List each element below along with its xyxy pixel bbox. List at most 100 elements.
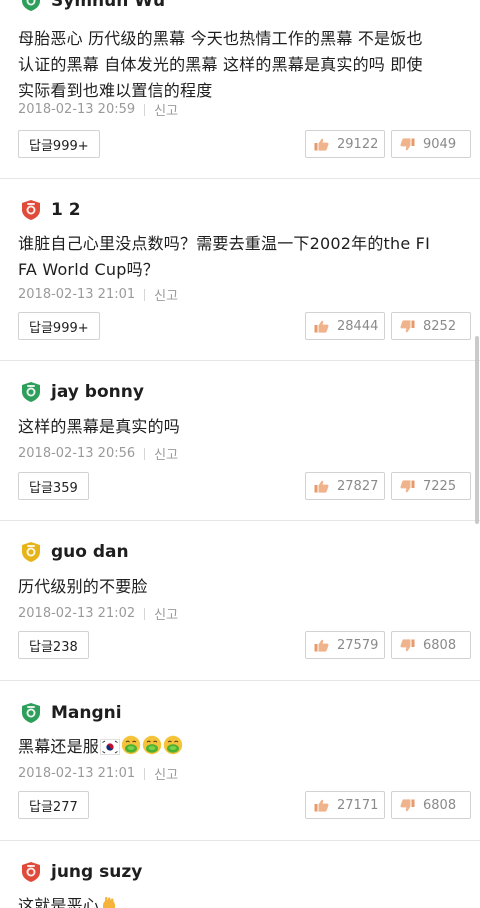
reply-button[interactable]: 답글999+ [18,130,100,158]
red-shield-badge-icon [20,861,42,883]
report-link[interactable]: 신고 [154,444,178,463]
like-count: 27827 [337,478,379,494]
dislike-count: 6808 [423,637,457,653]
scrollbar[interactable] [475,336,479,524]
comment-text-line: 黑幕还是服 [18,734,466,763]
comment-meta: 2018-02-13 21:02 신고 [18,604,178,623]
comment-author[interactable]: jay bonny [51,382,144,402]
dislike-count: 8252 [423,318,457,334]
nauseated-face-icon [142,735,162,763]
nauseated-face-icon [163,735,183,763]
reply-label: 답글999+ [29,320,89,336]
comment-date: 2018-02-13 21:01 [18,287,136,302]
comment-text-line: 这就是恶心 [18,893,466,908]
dislike-button[interactable]: 7225 [391,472,471,500]
like-button[interactable]: 27579 [305,631,385,659]
dislike-button[interactable]: 8252 [391,312,471,340]
red-shield-badge-icon [20,199,42,221]
gold-shield-badge-icon [20,541,42,563]
comment-author[interactable]: Symnun Wu [51,0,165,11]
comment-text-line: 谁脏自己心里没点数吗？需要去重温一下2002年的the FI [18,234,430,253]
dislike-button[interactable]: 6808 [391,631,471,659]
like-count: 29122 [337,136,379,152]
reply-label: 답글999+ [29,138,89,154]
comment-text: 谁脏自己心里没点数吗？需要去重温一下2002年的the FI FA World … [18,231,466,283]
reply-label: 답글277 [29,799,78,815]
green-shield-badge-icon [20,702,42,724]
comment-date: 2018-02-13 21:02 [18,606,136,621]
thumbs-up-icon [314,639,329,652]
comment-text: 这就是恶心 [18,893,466,908]
comment-text-segment: 黑幕还是服 [18,737,100,756]
like-count: 28444 [337,318,379,334]
comment-text-line: 母胎恶心 历代级的黑幕 今天也热情工作的黑幕 不是饭也 [18,29,423,48]
thumbs-down-icon [400,480,415,493]
meta-divider [144,288,146,301]
nauseated-face-icon [121,735,141,763]
green-shield-badge-icon [20,0,42,12]
comment-text: 黑幕还是服 [18,734,466,763]
comment-item: jung suzy 这就是恶心 [0,841,480,908]
dislike-count: 7225 [423,478,457,494]
thumbs-up-icon [314,138,329,151]
dislike-button[interactable]: 6808 [391,791,471,819]
thumbs-down-icon [400,138,415,151]
meta-divider [144,447,146,460]
comment-text-line: FA World Cup吗？ [18,260,159,279]
comment-text: 这样的黑幕是真实的吗 [18,414,466,440]
like-button[interactable]: 29122 [305,130,385,158]
comment-author[interactable]: jung suzy [51,862,142,882]
comment-text-segment: 这就是恶心 [18,896,100,908]
comment-meta: 2018-02-13 20:56 신고 [18,444,178,463]
reply-button[interactable]: 답글238 [18,631,89,659]
comment-date: 2018-02-13 20:56 [18,446,136,461]
like-count: 27171 [337,797,379,813]
reply-button[interactable]: 답글999+ [18,312,100,340]
like-button[interactable]: 27171 [305,791,385,819]
thumbs-up-icon [314,320,329,333]
reply-label: 답글359 [29,480,78,496]
comment-meta: 2018-02-13 21:01 신고 [18,764,178,783]
comment-date: 2018-02-13 20:59 [18,102,136,117]
meta-divider [144,103,146,116]
comment-text-line: 历代级别的不要脸 [18,577,148,596]
thumbs-up-icon [314,480,329,493]
comment-item: Symnun Wu 母胎恶心 历代级的黑幕 今天也热情工作的黑幕 不是饭也 认证… [0,0,480,179]
comment-meta: 2018-02-13 21:01 신고 [18,285,178,304]
meta-divider [144,767,146,780]
like-button[interactable]: 28444 [305,312,385,340]
comment-meta: 2018-02-13 20:59 신고 [18,100,178,119]
comment-item: guo dan 历代级别的不要脸 2018-02-13 21:02 신고 답글2… [0,521,480,681]
korean-flag-icon [100,737,120,763]
thumbs-up-icon [314,799,329,812]
comment-text-line: 这样的黑幕是真实的吗 [18,417,181,436]
reply-button[interactable]: 답글359 [18,472,89,500]
report-link[interactable]: 신고 [154,764,178,783]
comment-author[interactable]: Mangni [51,703,122,723]
hand-icon [100,896,118,908]
like-button[interactable]: 27827 [305,472,385,500]
report-link[interactable]: 신고 [154,604,178,623]
dislike-count: 9049 [423,136,457,152]
comment-text-line: 认证的黑幕 自体发光的黑幕 这样的黑幕是真实的吗 即使 [18,55,423,74]
thumbs-down-icon [400,320,415,333]
thumbs-down-icon [400,639,415,652]
comment-text: 历代级别的不要脸 [18,574,466,600]
green-shield-badge-icon [20,381,42,403]
thumbs-down-icon [400,799,415,812]
comment-author[interactable]: guo dan [51,542,129,562]
report-link[interactable]: 신고 [154,100,178,119]
like-count: 27579 [337,637,379,653]
reply-button[interactable]: 답글277 [18,791,89,819]
dislike-count: 6808 [423,797,457,813]
report-link[interactable]: 신고 [154,285,178,304]
meta-divider [144,607,146,620]
dislike-button[interactable]: 9049 [391,130,471,158]
comment-item: 1 2 谁脏自己心里没点数吗？需要去重温一下2002年的the FI FA Wo… [0,179,480,361]
comment-author[interactable]: 1 2 [51,200,81,220]
comment-date: 2018-02-13 21:01 [18,766,136,781]
reply-label: 답글238 [29,639,78,655]
comment-item: jay bonny 这样的黑幕是真实的吗 2018-02-13 20:56 신고… [0,361,480,521]
comment-text: 母胎恶心 历代级的黑幕 今天也热情工作的黑幕 不是饭也 认证的黑幕 自体发光的黑… [18,26,466,104]
comment-item: Mangni 黑幕还是服 2018-02-13 21:01 신고 답글277 2… [0,681,480,841]
